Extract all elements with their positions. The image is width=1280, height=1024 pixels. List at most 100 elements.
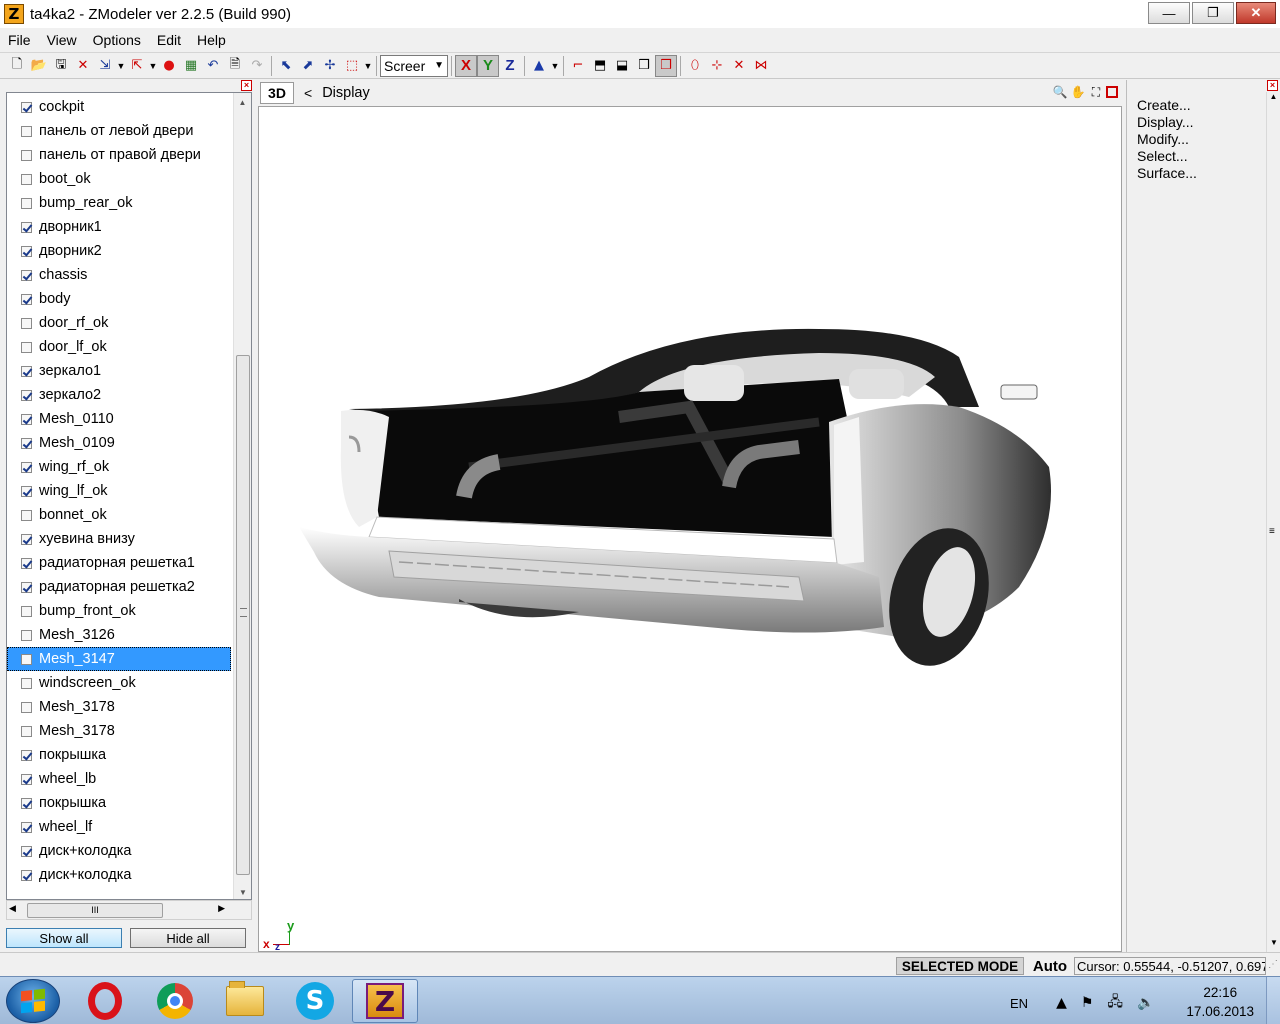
menu-view[interactable]: View xyxy=(39,32,85,48)
taskbar-opera[interactable] xyxy=(72,979,138,1023)
face-mode-icon[interactable]: ⬓ xyxy=(611,55,633,77)
scroll-down-icon[interactable]: ▼ xyxy=(234,883,251,899)
select-polygon-icon[interactable]: ⬚ xyxy=(341,55,363,77)
list-item[interactable]: wheel_lb xyxy=(7,767,231,791)
scroll-up-icon[interactable]: ▲ xyxy=(1267,92,1280,106)
export-icon[interactable]: ⇱ xyxy=(126,55,148,77)
scroll-right-icon[interactable]: ▶ xyxy=(218,903,225,914)
command-surface[interactable]: Surface... xyxy=(1137,165,1197,182)
list-item[interactable]: door_lf_ok xyxy=(7,335,231,359)
maximize-viewport-icon[interactable] xyxy=(1106,86,1118,98)
visibility-checkbox[interactable] xyxy=(21,629,32,641)
visibility-checkbox[interactable] xyxy=(21,845,32,857)
select-tool-icon[interactable]: ⬉ xyxy=(275,55,297,77)
list-item[interactable]: chassis xyxy=(7,263,231,287)
visibility-checkbox[interactable] xyxy=(21,269,32,281)
taskbar-zmodeler[interactable]: Z xyxy=(352,979,418,1023)
visibility-checkbox[interactable] xyxy=(21,125,32,137)
close-panel-icon[interactable]: × xyxy=(241,80,252,91)
action-center-flag-icon[interactable]: ⚑ xyxy=(1081,995,1094,1011)
resize-grip-icon[interactable]: ⋰ xyxy=(1268,959,1278,970)
close-button[interactable]: ✕ xyxy=(1236,2,1276,24)
visibility-checkbox[interactable] xyxy=(21,677,32,689)
notes-icon[interactable]: 🗎 xyxy=(224,55,246,77)
list-item[interactable]: хуевина внизу xyxy=(7,527,231,551)
move-object-icon[interactable]: ✢ xyxy=(319,55,341,77)
scroll-down-icon[interactable]: ▼ xyxy=(1267,938,1280,952)
taskbar-explorer[interactable] xyxy=(212,979,278,1023)
visibility-checkbox[interactable] xyxy=(21,245,32,257)
close-file-icon[interactable]: ✕ xyxy=(72,55,94,77)
list-item[interactable]: bump_front_ok xyxy=(7,599,231,623)
visibility-checkbox[interactable] xyxy=(21,101,32,113)
list-item[interactable]: панель от правой двери xyxy=(7,143,231,167)
display-back-button[interactable]: < xyxy=(304,85,312,101)
list-item[interactable]: радиаторная решетка2 xyxy=(7,575,231,599)
hscroll-thumb[interactable]: III xyxy=(27,903,163,918)
menu-help[interactable]: Help xyxy=(189,32,234,48)
list-item[interactable]: зеркало2 xyxy=(7,383,231,407)
visibility-checkbox[interactable] xyxy=(21,173,32,185)
visibility-checkbox[interactable] xyxy=(21,821,32,833)
selection-mode-indicator[interactable]: SELECTED MODE xyxy=(896,957,1024,975)
list-item[interactable]: bump_rear_ok xyxy=(7,191,231,215)
visibility-checkbox[interactable] xyxy=(21,509,32,521)
network-icon[interactable]: 🖧 xyxy=(1107,991,1123,1015)
visibility-checkbox[interactable] xyxy=(21,701,32,713)
mirror-icon[interactable]: ✕ xyxy=(728,55,750,77)
visibility-checkbox[interactable] xyxy=(21,869,32,881)
3d-viewport[interactable]: y x z xyxy=(258,106,1122,952)
list-item[interactable]: покрышка xyxy=(7,791,231,815)
record-icon[interactable]: ● xyxy=(158,55,180,77)
list-item[interactable]: дворник2 xyxy=(7,239,231,263)
axis-x-toggle[interactable]: X xyxy=(455,54,477,77)
taskbar-skype[interactable]: S xyxy=(282,979,348,1023)
show-all-button[interactable]: Show all xyxy=(6,928,122,948)
objects-list[interactable]: cockpit панель от левой двери панель от пр… xyxy=(6,92,252,900)
visibility-checkbox[interactable] xyxy=(21,749,32,761)
scroll-grip-icon[interactable]: ≡ xyxy=(1269,526,1275,537)
maximize-button[interactable]: ❐ xyxy=(1192,2,1234,24)
list-item[interactable]: cockpit xyxy=(7,95,231,119)
visibility-checkbox[interactable] xyxy=(21,581,32,593)
save-icon[interactable]: 🖫 xyxy=(50,55,72,77)
objects-list-hscroll[interactable]: ◀ III ▶ xyxy=(6,900,252,920)
visibility-checkbox[interactable] xyxy=(21,413,32,425)
list-item[interactable]: радиаторная решетка1 xyxy=(7,551,231,575)
visibility-checkbox[interactable] xyxy=(21,605,32,617)
list-item[interactable]: диск+колодка xyxy=(7,863,231,887)
texture-icon[interactable]: ▦ xyxy=(180,55,202,77)
visibility-checkbox[interactable] xyxy=(21,797,32,809)
visibility-checkbox[interactable] xyxy=(21,293,32,305)
pan-icon[interactable]: ✋ xyxy=(1070,83,1086,101)
redo-icon[interactable]: ↷ xyxy=(246,55,268,77)
axis-gizmo-icon[interactable]: ⊹ xyxy=(706,55,728,77)
hide-all-button[interactable]: Hide all xyxy=(130,928,246,948)
visibility-checkbox[interactable] xyxy=(21,341,32,353)
scroll-thumb[interactable] xyxy=(236,355,250,875)
pivot-dropdown-icon[interactable]: ▼ xyxy=(550,61,560,71)
list-item[interactable]: покрышка xyxy=(7,743,231,767)
vertex-mode-icon[interactable]: ⌐ xyxy=(567,55,589,77)
visibility-checkbox[interactable] xyxy=(21,557,32,569)
list-item[interactable]: wheel_lf xyxy=(7,815,231,839)
list-item[interactable]: body xyxy=(7,287,231,311)
visibility-checkbox[interactable] xyxy=(21,149,32,161)
visibility-checkbox[interactable] xyxy=(21,653,32,665)
close-panel-icon[interactable]: × xyxy=(1267,80,1278,91)
edge-mode-icon[interactable]: ⬒ xyxy=(589,55,611,77)
show-desktop-button[interactable] xyxy=(1266,977,1280,1024)
menu-options[interactable]: Options xyxy=(85,32,149,48)
menu-file[interactable]: File xyxy=(0,32,39,48)
list-item[interactable]: Mesh_3178 xyxy=(7,695,231,719)
list-item[interactable]: Mesh_0110 xyxy=(7,407,231,431)
objects-list-vscroll[interactable]: ▲ ▼ xyxy=(233,93,251,899)
menu-edit[interactable]: Edit xyxy=(149,32,189,48)
list-item[interactable]: панель от левой двери xyxy=(7,119,231,143)
import-dropdown-icon[interactable]: ▼ xyxy=(116,61,126,71)
list-item[interactable]: boot_ok xyxy=(7,167,231,191)
command-select[interactable]: Select... xyxy=(1137,148,1197,165)
visibility-checkbox[interactable] xyxy=(21,773,32,785)
command-modify[interactable]: Modify... xyxy=(1137,131,1197,148)
language-indicator[interactable]: EN xyxy=(1010,996,1028,1011)
